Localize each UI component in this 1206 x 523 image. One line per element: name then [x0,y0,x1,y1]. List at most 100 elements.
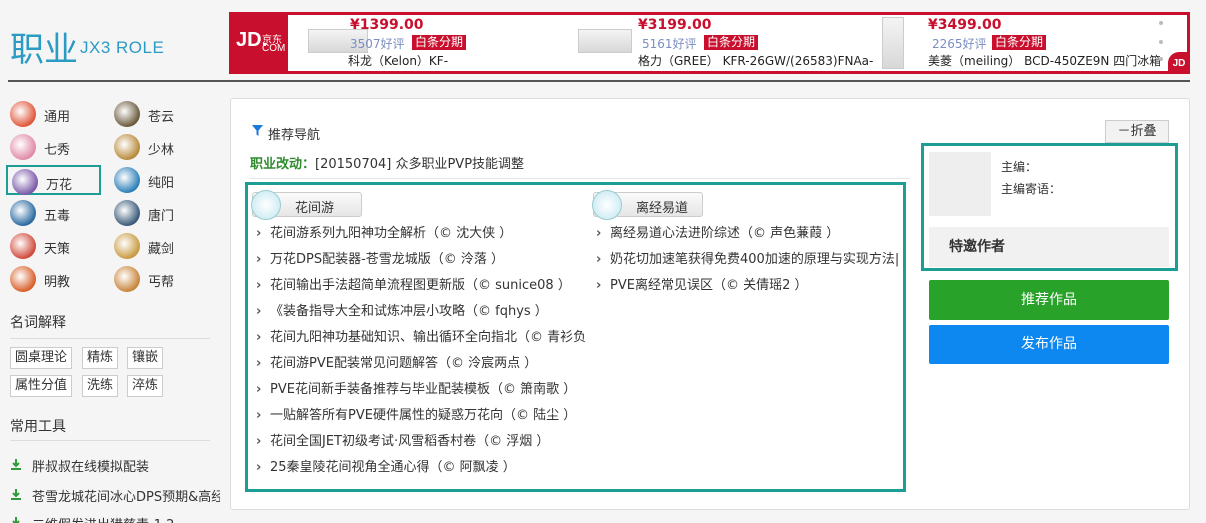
class-item[interactable]: 唐门 [110,198,205,228]
article-link[interactable]: › 奶花切加速笔获得免费400加速的原理与实现方法|（© [596,248,901,267]
baitiao-badge: 白条分期 [704,35,759,50]
guest-author-header: 特邀作者 [929,227,1169,267]
chunyang-icon [114,167,140,193]
class-label: 苍云 [148,110,175,125]
class-item[interactable]: 纯阳 [110,165,205,195]
article-link[interactable]: › 花间全国JET初级考试·风雪稻香村卷（© 浮烟 ） [256,430,586,449]
class-label: 五毒 [44,209,71,224]
jd-ad-banner[interactable]: JD. 京东 COM ¥1399.00 3507好评 白条分期 科龙（Kelon… [229,12,1190,74]
chevron-right-icon: › [256,408,262,423]
ad-product[interactable]: ¥3499.00 2265好评 白条分期 美菱（meiling） BCD-450… [882,15,1172,71]
term-tag[interactable]: 镶嵌 [127,347,164,369]
term-tag[interactable]: 洗练 [82,375,119,397]
tool-link[interactable]: 苍雪龙城花间冰心DPS预期&高经 [10,486,220,504]
article-link[interactable]: › 花间游PVE配装常见问题解答（© 泠宸两点 ） [256,352,586,371]
article-link[interactable]: › PVE花间新手装备推荐与毕业配装模板（© 箫南歌 ） [256,378,586,397]
article-link[interactable]: › PVE离经常见误区（© 关倩瑶2 ） [596,274,901,293]
carousel-dot[interactable] [1159,21,1163,25]
editor-avatar [929,152,991,216]
class-item[interactable]: 天策 [6,231,101,261]
editor-label: 主编： [1001,160,1038,174]
lijingyidao-icon [592,190,622,220]
tool-link[interactable]: 二维假发进出猎慈责-1.2 [10,514,220,523]
header-divider [8,80,1190,82]
mingjiao-icon [10,266,36,292]
term-tag[interactable]: 精炼 [82,347,119,369]
class-item[interactable]: 丐帮 [110,264,205,294]
huajianyou-icon [251,190,281,220]
change-text[interactable]: [20150704] 众多职业PVP技能调整 [315,157,524,172]
class-item[interactable]: 万花 [6,165,101,195]
chevron-right-icon: › [596,278,602,293]
baitiao-badge: 白条分期 [412,35,467,50]
class-label: 万花 [46,178,73,193]
term-tag[interactable]: 圆桌理论 [10,347,73,369]
carousel-dot[interactable] [1159,57,1163,61]
collapse-button[interactable]: －折叠 [1105,120,1169,143]
tongyong-icon [10,101,36,127]
fridge-image [882,17,904,69]
class-label: 天策 [44,242,71,257]
class-item[interactable]: 苍云 [110,99,205,129]
filter-icon [252,125,263,136]
article-link[interactable]: › 花间游系列九阳神功全解析（© 沈大侠 ） [256,222,586,241]
term-tag[interactable]: 淬炼 [127,375,164,397]
class-label: 丐帮 [148,275,175,290]
download-icon [11,489,21,500]
chevron-right-icon: › [256,226,262,241]
class-item[interactable]: 通用 [6,99,101,129]
article-link[interactable]: › 《装备指导大全和试炼冲层小攻略（© fqhys ） [256,300,586,319]
wudu-icon [10,200,36,226]
article-link[interactable]: › 一贴解答所有PVE硬件属性的疑惑万花向（© 陆尘 ） [256,404,586,423]
article-link[interactable]: › 花间输出手法超简单流程图更新版（© sunice08 ） [256,274,586,293]
class-label: 七秀 [44,143,71,158]
tools-title: 常用工具 [10,419,66,435]
change-label: 职业改动： [250,157,316,172]
chevron-right-icon: › [256,278,262,293]
class-item[interactable]: 五毒 [6,198,101,228]
category-lijingyidao[interactable]: 离经易道 [592,190,703,220]
class-change-notice[interactable]: 职业改动：[20150704] 众多职业PVP技能调整 [250,153,524,172]
publish-works-button[interactable]: 发布作品 [929,325,1169,364]
cangjian-icon [114,233,140,259]
terms-title: 名词解释 [10,315,66,331]
chevron-right-icon: › [256,356,262,371]
section-divider [10,338,210,339]
article-link[interactable]: › 万花DPS配装器-苍雪龙城版（© 泠落 ） [256,248,586,267]
chevron-right-icon: › [256,460,262,475]
class-label: 藏剑 [148,242,175,257]
chevron-right-icon: › [256,434,262,449]
class-item[interactable]: 七秀 [6,132,101,162]
recommend-works-button[interactable]: 推荐作品 [929,280,1169,320]
class-label: 唐门 [148,209,175,224]
download-icon [11,459,21,470]
section-divider [10,440,210,441]
class-item[interactable]: 明教 [6,264,101,294]
article-link[interactable]: › 离经易道心法进阶综述（© 声色蒹葭 ） [596,222,901,241]
jd-corner-icon: JD [1168,52,1190,74]
chevron-right-icon: › [596,252,602,267]
article-link[interactable]: › 25秦皇陵花间视角全通心得（© 阿飘凌 ） [256,456,586,475]
tiance-icon [10,233,36,259]
chevron-right-icon: › [256,382,262,397]
nav-divider [250,178,910,179]
carousel-dot[interactable] [1159,40,1163,44]
ad-product[interactable]: ¥3199.00 5161好评 白条分期 格力（GREE） KFR-26GW/(… [578,15,892,71]
page-subtitle: JX3 ROLE [80,38,165,57]
chevron-right-icon: › [256,304,262,319]
page-title: 职业 [10,30,78,70]
aircon-image [578,29,632,53]
editor-message-label: 主编寄语： [1001,182,1062,196]
class-label: 明教 [44,275,71,290]
class-label: 纯阳 [148,176,175,191]
category-huajianyou[interactable]: 花间游 [251,190,362,220]
term-tag[interactable]: 属性分值 [10,375,73,397]
article-link[interactable]: › 花间九阳神功基础知识、输出循环全向指北（© 青衫负 [256,326,586,345]
chevron-right-icon: › [256,330,262,345]
tool-link[interactable]: 胖叔叔在线模拟配装 [10,456,220,475]
class-item[interactable]: 少林 [110,132,205,162]
ad-product[interactable]: ¥1399.00 3507好评 白条分期 科龙（Kelon）KF- [308,15,592,71]
class-item[interactable]: 藏剑 [110,231,205,261]
gaibang-icon [114,266,140,292]
jd-logo: JD. 京东 COM [232,15,288,71]
